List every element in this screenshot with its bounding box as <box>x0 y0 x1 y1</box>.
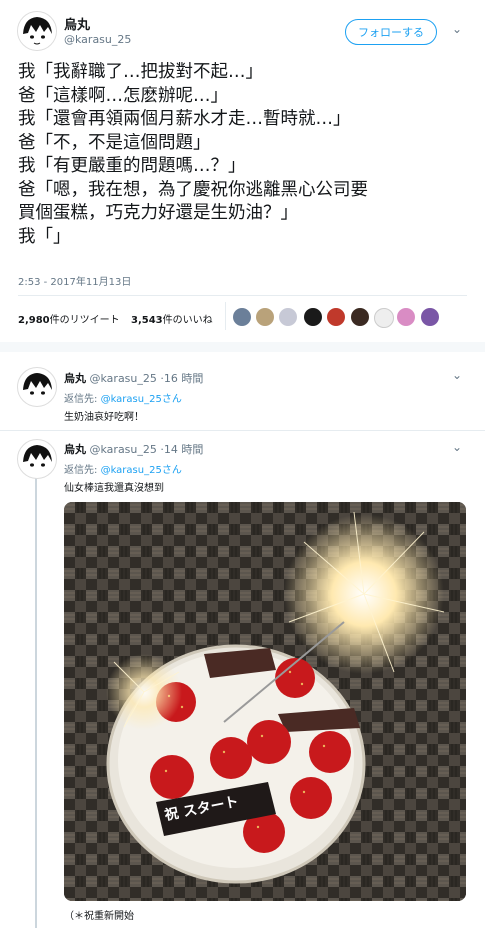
reply-to: 返信先: @karasu_25さん <box>64 461 182 476</box>
tweet-text: 我「我辭職了…把拔對不起…」 爸「這樣啊…怎麽辦呢…」 我「還會再領兩個月薪水才… <box>18 61 368 249</box>
retweet-label: 件のリツイート <box>49 315 120 326</box>
reply-to-handle[interactable]: @karasu_25さん <box>101 465 182 476</box>
chevron-down-icon[interactable]: ⌄ <box>452 440 462 454</box>
tweet-photo[interactable]: 祝 スタート <box>64 502 466 901</box>
reply-author-name[interactable]: 烏丸 <box>64 372 86 385</box>
tweet-line: 我「」 <box>18 226 71 247</box>
tweet-line: 爸「這樣啊…怎麽辦呢…」 <box>18 85 228 106</box>
divider <box>18 295 467 296</box>
follow-button[interactable]: フォローする <box>345 19 437 45</box>
chevron-down-icon[interactable]: ⌄ <box>452 22 462 36</box>
reply-to-handle[interactable]: @karasu_25さん <box>101 394 182 405</box>
reply-to-label: 返信先: <box>64 465 98 476</box>
tweet-line: 爸「不，不是這個問題」 <box>18 132 211 153</box>
liker-avatar[interactable] <box>374 308 394 328</box>
stats-divider <box>225 302 226 330</box>
reply-text: 仙女棒這我還真沒想到 <box>64 483 164 494</box>
divider <box>0 430 485 431</box>
tweet-line: 爸「嗯，我在想，為了慶祝你逃離黑心公司要 <box>18 179 368 200</box>
like-stat[interactable]: 3,543件のいいね <box>131 311 213 326</box>
reply-header: 烏丸 @karasu_25 ·16 時間 <box>64 370 203 386</box>
reply-author-name[interactable]: 烏丸 <box>64 443 86 456</box>
liker-avatar[interactable] <box>279 308 297 326</box>
liker-avatar[interactable] <box>327 308 345 326</box>
liker-avatar[interactable] <box>256 308 274 326</box>
tweet-line: 我「有更嚴重的問題嗎…？」 <box>18 156 246 176</box>
reply-time[interactable]: ·14 時間 <box>160 443 203 456</box>
divider <box>0 342 485 352</box>
photo-caption: （＊祝重新開始 <box>64 911 134 922</box>
chevron-down-icon[interactable]: ⌄ <box>452 368 462 382</box>
avatar-illustration <box>23 373 52 395</box>
reply-avatar[interactable] <box>17 367 57 407</box>
liker-avatar[interactable] <box>304 308 322 326</box>
tweet-line: 我「還會再領兩個月薪水才走…暫時就…」 <box>18 109 351 129</box>
retweet-stat[interactable]: 2,980件のリツイート <box>18 311 120 326</box>
liker-avatar[interactable] <box>421 308 439 326</box>
liker-avatar[interactable] <box>351 308 369 326</box>
cake-photo <box>64 502 466 901</box>
reply-avatar[interactable] <box>17 439 57 479</box>
reply-header: 烏丸 @karasu_25 ·14 時間 <box>64 441 203 457</box>
like-label: 件のいいね <box>162 315 213 326</box>
avatar[interactable] <box>17 11 57 51</box>
reply-time[interactable]: ·16 時間 <box>160 372 203 385</box>
author-name[interactable]: 烏丸 <box>64 14 90 33</box>
tweet-timestamp[interactable]: 2:53 - 2017年11月13日 <box>18 273 131 288</box>
liker-avatar[interactable] <box>397 308 415 326</box>
liker-avatar[interactable] <box>233 308 251 326</box>
like-count: 3,543 <box>131 315 163 326</box>
avatar-illustration <box>18 12 56 50</box>
reply-text: 生奶油哀好吃啊！ <box>64 412 144 423</box>
reply-author-handle[interactable]: @karasu_25 <box>90 443 157 456</box>
avatar-illustration <box>23 445 52 467</box>
tweet-line: 我「我辭職了…把拔對不起…」 <box>18 62 263 82</box>
reply-to-label: 返信先: <box>64 394 98 405</box>
author-handle[interactable]: @karasu_25 <box>64 33 131 46</box>
reply-author-handle[interactable]: @karasu_25 <box>90 372 157 385</box>
retweet-count: 2,980 <box>18 315 50 326</box>
tweet-line: 買個蛋糕，巧克力好還是生奶油？」 <box>18 203 298 223</box>
thread-line <box>35 477 37 928</box>
reply-to: 返信先: @karasu_25さん <box>64 390 182 405</box>
